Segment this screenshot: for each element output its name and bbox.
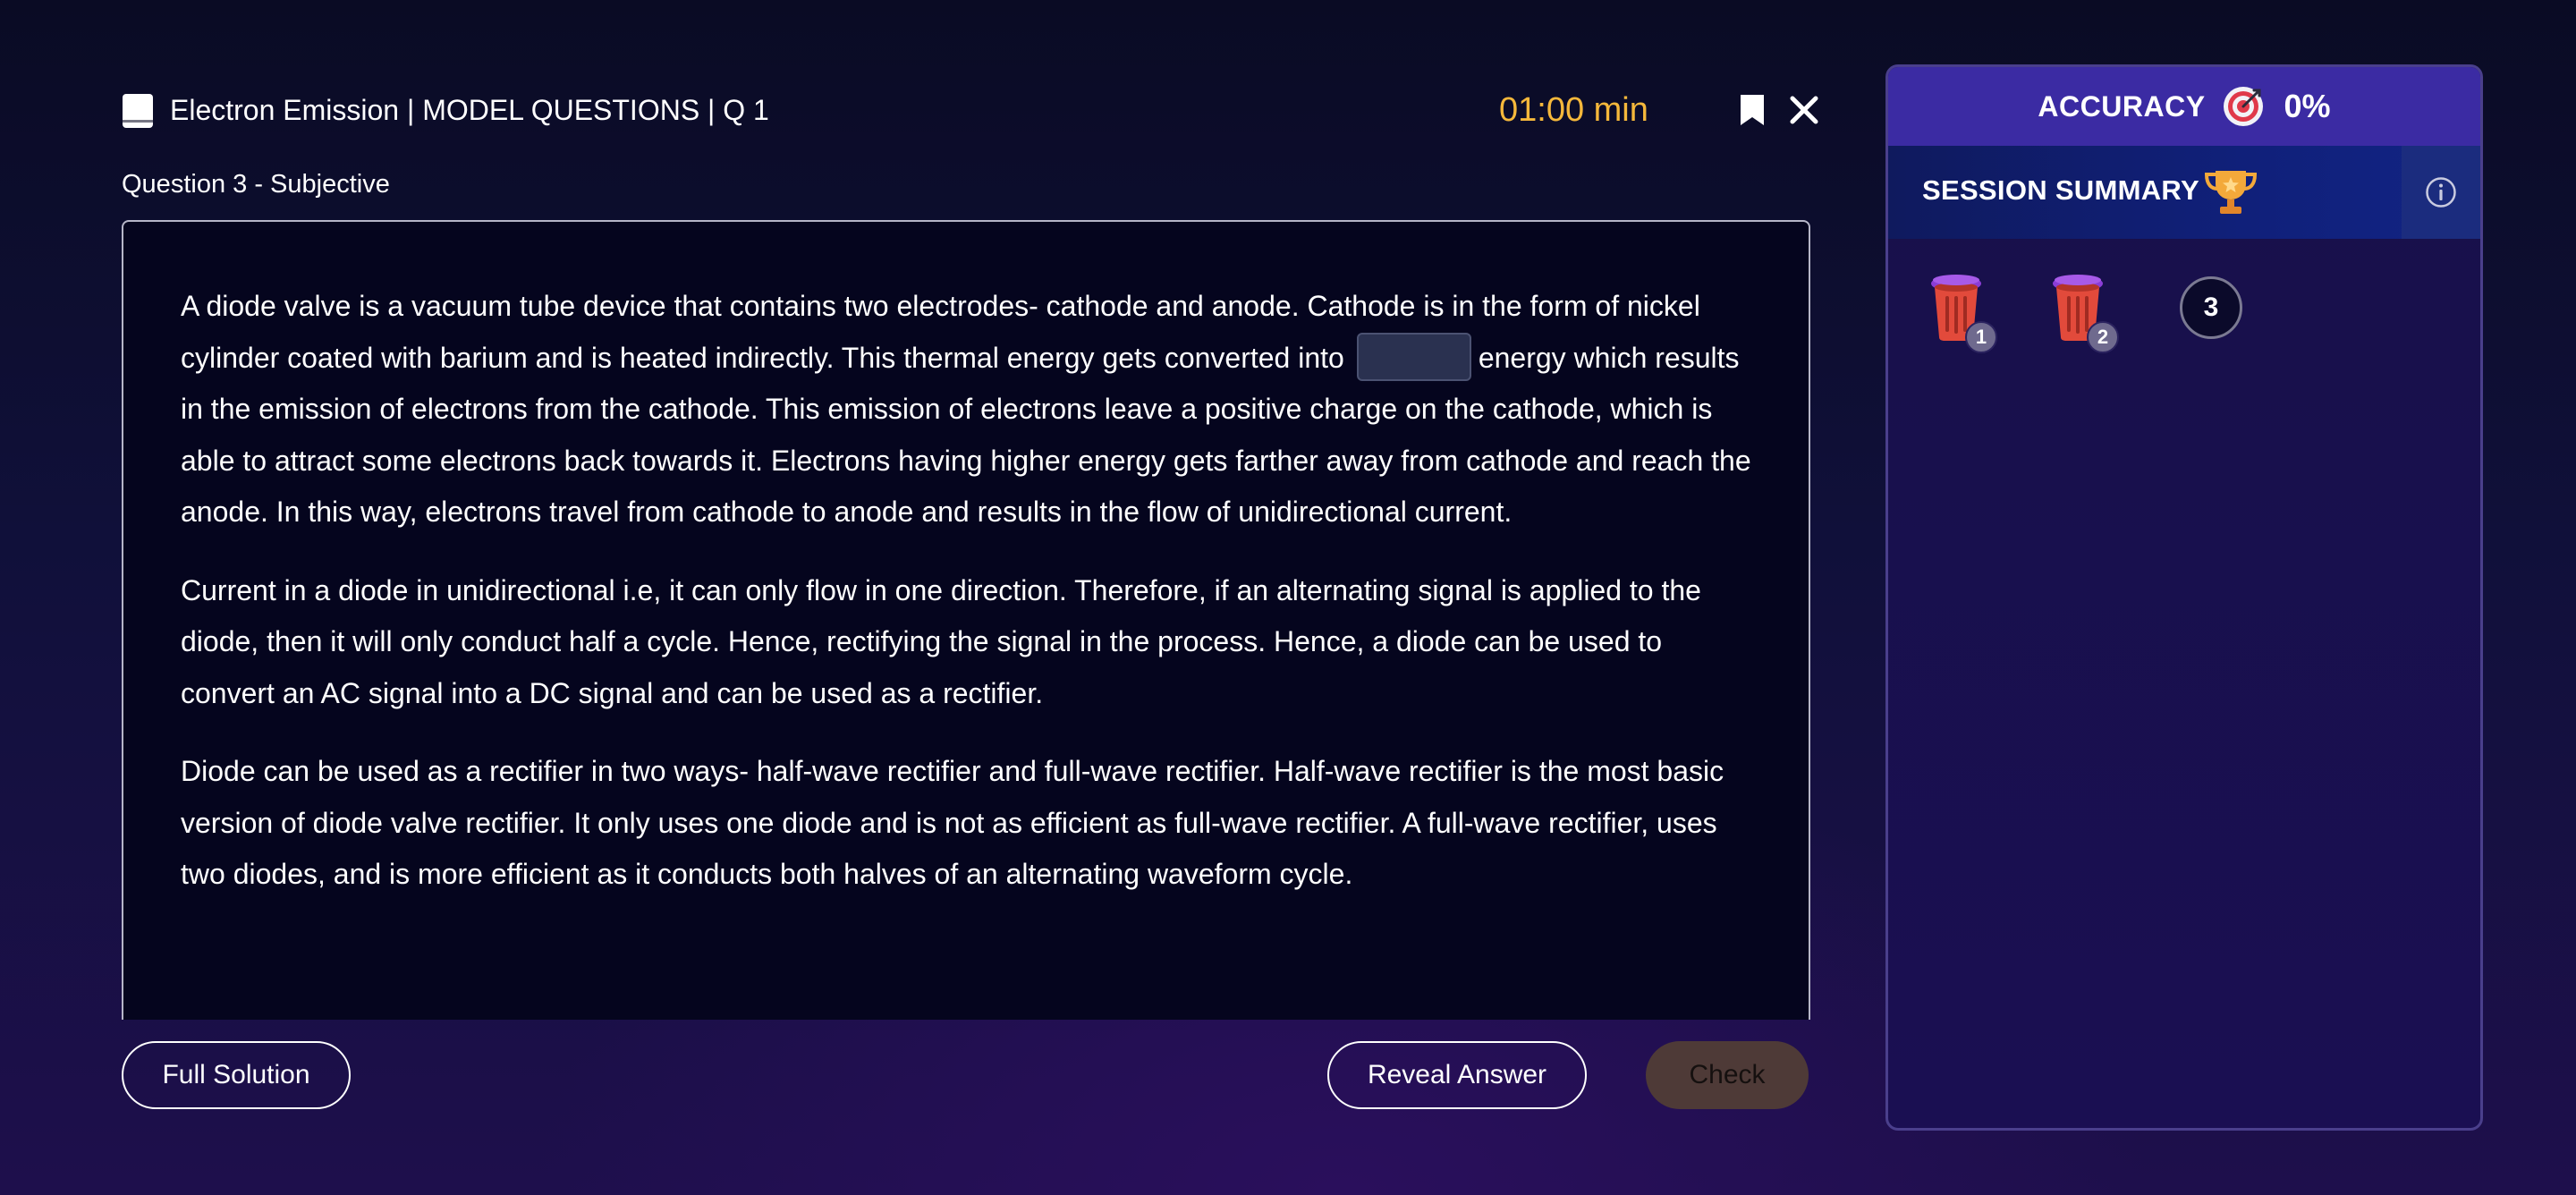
trophy-icon [2204, 171, 2258, 214]
answer-blank-input[interactable] [1356, 333, 1471, 382]
question-paragraph-2: Current in a diode in unidirectional i.e… [181, 573, 1701, 709]
attempt-number-badge: 1 [1965, 321, 1997, 353]
question-panel: A diode valve is a vacuum tube device th… [122, 220, 1810, 1020]
accuracy-label: ACCURACY [2038, 89, 2206, 123]
attempt-item-3-current[interactable]: 3 [2180, 276, 2242, 339]
accuracy-value: 0% [2284, 88, 2331, 124]
timer: 01:00 min [1499, 91, 1648, 129]
session-panel: ACCURACY 0% SESSION SUMMARY 1 2 3 [1885, 64, 2483, 1131]
reveal-answer-button[interactable]: Reveal Answer [1327, 1041, 1587, 1109]
check-button[interactable]: Check [1646, 1041, 1809, 1109]
book-icon [123, 94, 153, 128]
info-icon [2426, 177, 2456, 208]
question-paragraph-1: A diode valve is a vacuum tube device th… [181, 281, 1751, 538]
attempt-item-1[interactable]: 1 [1928, 271, 1997, 357]
info-button[interactable] [2402, 146, 2480, 239]
paragraph-1-text-before-blank: A diode valve is a vacuum tube device th… [181, 290, 1700, 374]
bookmark-icon[interactable] [1739, 93, 1766, 127]
attempt-list: 1 2 3 [1928, 271, 2428, 360]
question-subtitle: Question 3 - Subjective [122, 170, 390, 199]
attempt-item-2[interactable]: 2 [2049, 271, 2119, 357]
question-paragraph-3: Diode can be used as a rectifier in two … [181, 755, 1724, 891]
attempt-number-badge: 2 [2087, 321, 2119, 353]
full-solution-button[interactable]: Full Solution [122, 1041, 351, 1109]
session-summary-label: SESSION SUMMARY [1922, 174, 2199, 206]
accuracy-bar: ACCURACY 0% [1888, 67, 2480, 146]
session-summary-bar: SESSION SUMMARY [1888, 146, 2480, 239]
target-icon [2223, 87, 2263, 126]
close-icon[interactable] [1789, 95, 1819, 125]
question-title: Electron Emission | MODEL QUESTIONS | Q … [170, 94, 769, 126]
question-header: Electron Emission | MODEL QUESTIONS | Q … [122, 89, 1818, 131]
